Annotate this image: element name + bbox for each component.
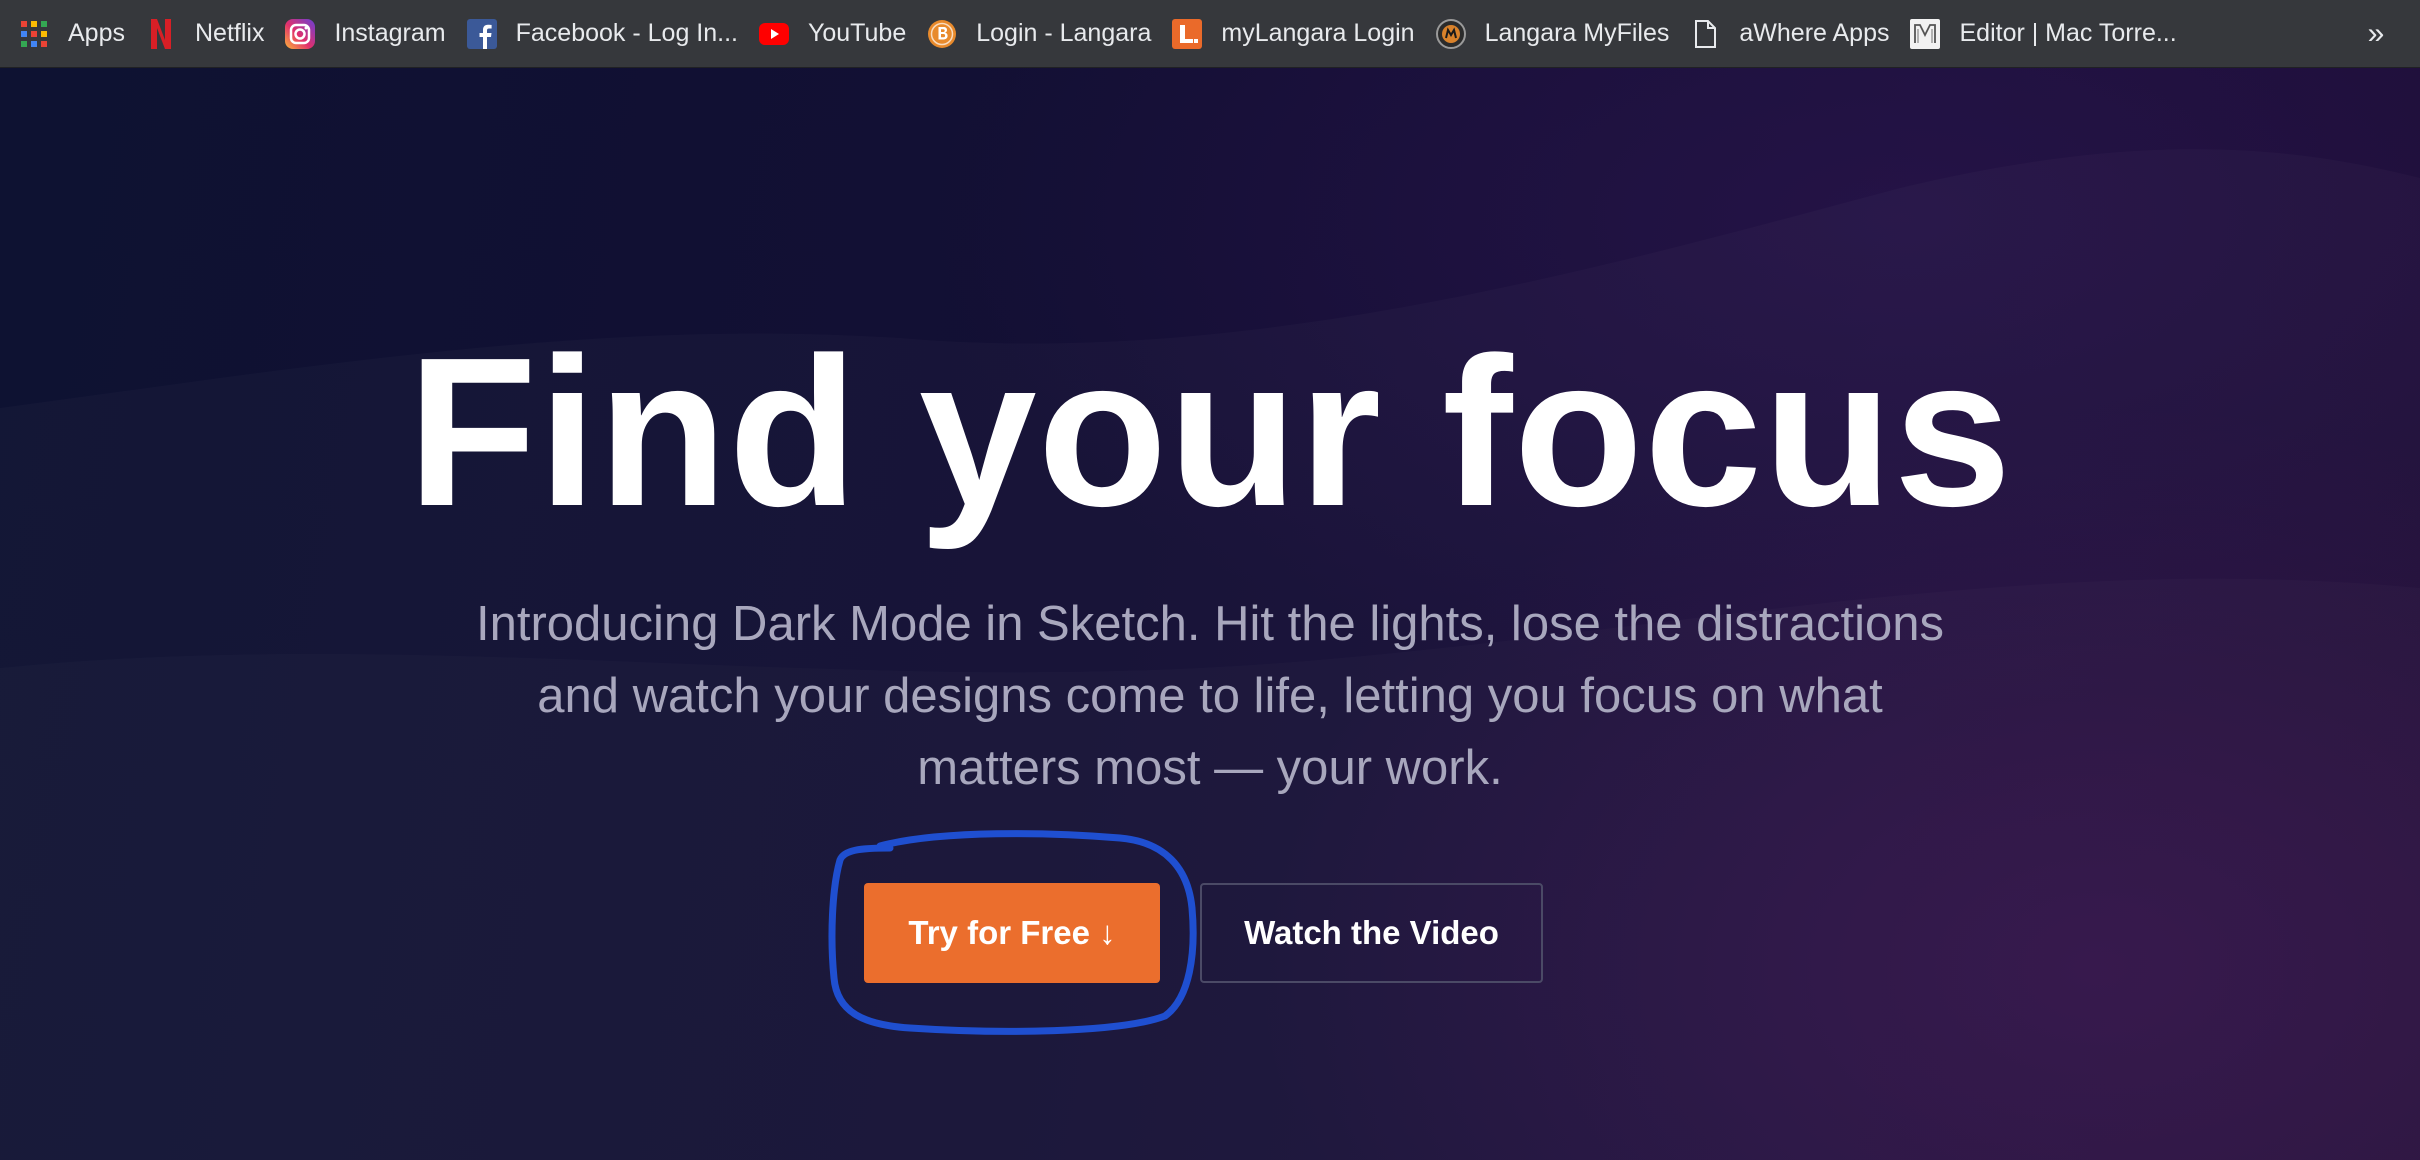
try-for-free-button[interactable]: Try for Free ↓ bbox=[864, 883, 1160, 983]
bookmark-label: Facebook - Log In... bbox=[515, 19, 738, 47]
myfiles-icon bbox=[1435, 18, 1467, 50]
editor-m-icon bbox=[1909, 18, 1941, 50]
youtube-icon bbox=[758, 18, 790, 50]
apps-grid-icon bbox=[18, 18, 50, 50]
netflix-icon bbox=[145, 18, 177, 50]
instagram-icon bbox=[284, 18, 316, 50]
hero-headline: Find your focus bbox=[407, 313, 2013, 550]
bookmark-awhere-apps[interactable]: aWhere Apps bbox=[1685, 8, 1905, 60]
bookmark-label: Instagram bbox=[334, 19, 446, 47]
bookmark-facebook[interactable]: Facebook - Log In... bbox=[462, 8, 754, 60]
langara-l-icon bbox=[1171, 18, 1203, 50]
bookmark-label: aWhere Apps bbox=[1739, 19, 1890, 47]
facebook-icon bbox=[466, 18, 498, 50]
bookmark-instagram[interactable]: Instagram bbox=[280, 8, 461, 60]
hero-section: Find your focus Introducing Dark Mode in… bbox=[0, 68, 2420, 1160]
watch-the-video-button[interactable]: Watch the Video bbox=[1200, 883, 1543, 983]
bookmark-login-langara[interactable]: Login - Langara bbox=[922, 8, 1167, 60]
bookmark-langara-myfiles[interactable]: Langara MyFiles bbox=[1431, 8, 1686, 60]
bookmark-label: myLangara Login bbox=[1221, 19, 1415, 47]
bookmarks-overflow-button[interactable]: » bbox=[2354, 10, 2398, 58]
bookmark-label: Langara MyFiles bbox=[1484, 19, 1670, 47]
bookmark-editor-mac-torre[interactable]: Editor | Mac Torre... bbox=[1905, 8, 2192, 60]
langara-coin-icon bbox=[926, 18, 958, 50]
bookmark-netflix[interactable]: Netflix bbox=[141, 8, 280, 60]
bookmark-youtube[interactable]: YouTube bbox=[754, 8, 922, 60]
bookmarks-bar: Apps Netflix Instagram Facebook - Log In… bbox=[0, 0, 2420, 68]
bookmark-label: Login - Langara bbox=[976, 19, 1152, 47]
bookmark-label: Apps bbox=[68, 19, 125, 47]
bookmark-mylangara[interactable]: myLangara Login bbox=[1167, 8, 1430, 60]
bookmark-label: Netflix bbox=[194, 19, 265, 47]
bookmark-label: Editor | Mac Torre... bbox=[1959, 19, 2177, 47]
bookmark-apps[interactable]: Apps bbox=[14, 8, 141, 60]
bookmark-label: YouTube bbox=[807, 19, 907, 47]
document-icon bbox=[1689, 18, 1721, 50]
hero-subheadline: Introducing Dark Mode in Sketch. Hit the… bbox=[476, 597, 1944, 795]
